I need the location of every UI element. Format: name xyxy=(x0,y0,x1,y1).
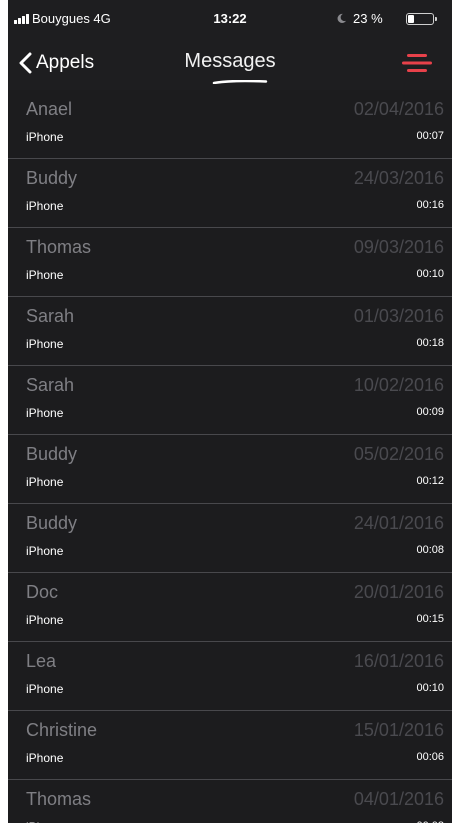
contact-name: Sarah xyxy=(26,375,75,395)
message-row[interactable]: Lea 16/01/2016 iPhone 00:10 xyxy=(8,642,452,711)
message-date: 09/03/2016 xyxy=(353,237,444,257)
device-label: iPhone xyxy=(26,130,64,144)
device-label: iPhone xyxy=(26,475,64,489)
message-duration: 00:09 xyxy=(416,406,444,418)
contact-name: Buddy xyxy=(26,444,78,464)
device-label: iPhone xyxy=(26,682,64,696)
message-date: 24/03/2016 xyxy=(353,168,444,188)
navigation-bar: Appels Messages xyxy=(8,38,452,90)
contact-name: Sarah xyxy=(26,306,75,326)
title-underline xyxy=(212,80,268,84)
message-date: 02/04/2016 xyxy=(353,99,444,119)
message-list: Anael 02/04/2016 iPhone 00:07 Buddy 24/03/201… xyxy=(8,90,452,823)
message-duration: 00:06 xyxy=(416,751,444,763)
message-duration: 00:15 xyxy=(416,613,444,625)
contact-name: Doc xyxy=(26,582,59,602)
message-row[interactable]: Thomas04/01/2016iPhone00:08 xyxy=(8,780,452,823)
contact-name: Buddy xyxy=(26,168,78,188)
device-label: iPhone xyxy=(26,337,64,351)
device-label: iPhone xyxy=(26,751,64,765)
battery-icon xyxy=(406,13,437,25)
contact-name: Buddy xyxy=(26,513,78,533)
message-duration: 00:10 xyxy=(416,268,444,280)
message-duration: 00:18 xyxy=(416,337,444,349)
message-duration: 00:12 xyxy=(416,475,444,487)
contact-name: Thomas xyxy=(26,237,92,257)
message-date: 10/02/2016 xyxy=(353,375,444,395)
status-bar: Bouygues 4G 13:22 23 % xyxy=(8,0,452,38)
message-row[interactable]: Buddy 05/02/2016 iPhone 00:12 xyxy=(8,435,452,504)
device-label: iPhone xyxy=(26,268,64,282)
message-duration: 00:16 xyxy=(416,199,444,211)
message-row[interactable]: Thomas 09/03/2016 iPhone 00:10 xyxy=(8,228,452,297)
device-label: iPhone xyxy=(26,406,64,420)
message-row[interactable]: Anael 02/04/2016 iPhone 00:07 xyxy=(8,90,452,159)
message-date: 05/02/2016 xyxy=(353,444,444,464)
status-time: 13:22 xyxy=(213,11,247,26)
hamburger-menu-icon[interactable] xyxy=(400,50,434,76)
message-date: 16/01/2016 xyxy=(353,651,444,671)
message-duration: 00:08 xyxy=(416,544,444,556)
message-date: 01/03/2016 xyxy=(353,306,444,326)
contact-name: Thomas xyxy=(26,789,92,809)
message-duration: 00:07 xyxy=(416,130,444,142)
device-label: iPhone xyxy=(26,199,64,213)
message-row[interactable]: Buddy 24/03/2016 iPhone 00:16 xyxy=(8,159,452,228)
contact-name: Lea xyxy=(26,651,57,671)
battery-percentage: 23 % xyxy=(353,11,383,26)
message-date: 04/01/2016 xyxy=(353,789,444,809)
phone-screen: Bouygues 4G 13:22 23 % Appels Messages A… xyxy=(8,0,452,823)
device-label: iPhone xyxy=(26,613,64,627)
message-duration: 00:10 xyxy=(416,682,444,694)
device-label: iPhone xyxy=(26,544,64,558)
contact-name: Christine xyxy=(26,720,98,740)
message-row[interactable]: Doc 20/01/2016 iPhone 00:15 xyxy=(8,573,452,642)
message-date: 24/01/2016 xyxy=(353,513,444,533)
contact-name: Anael xyxy=(26,99,73,119)
message-date: 20/01/2016 xyxy=(353,582,444,602)
message-row[interactable]: Sarah 01/03/2016 iPhone 00:18 xyxy=(8,297,452,366)
message-row[interactable]: Sarah 10/02/2016 iPhone 00:09 xyxy=(8,366,452,435)
message-row[interactable]: Christine 15/01/2016 iPhone 00:06 xyxy=(8,711,452,780)
battery-level xyxy=(408,15,414,23)
message-row[interactable]: Buddy 24/01/2016 iPhone 00:08 xyxy=(8,504,452,573)
page-title: Messages xyxy=(184,50,276,72)
moon-icon xyxy=(337,13,347,24)
message-date: 15/01/2016 xyxy=(353,720,444,740)
